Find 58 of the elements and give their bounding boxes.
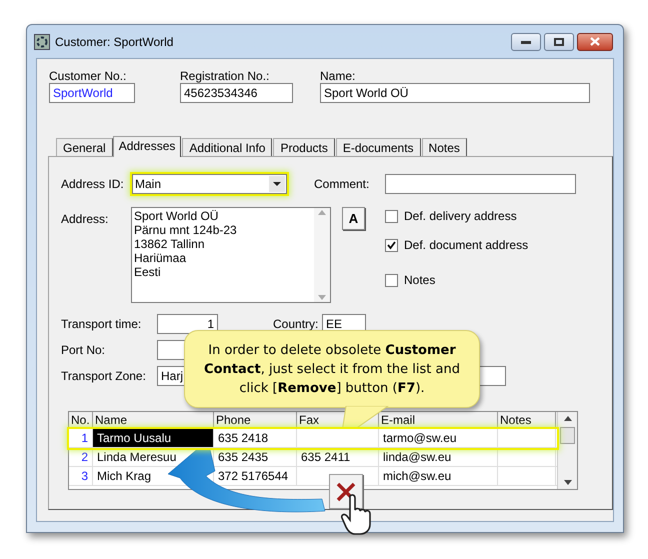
field-label: Port No: [61,342,106,359]
scrollbar-thumb[interactable] [560,427,575,444]
field-label: Country: [273,316,320,333]
table-cell: 635 2418 [214,429,297,447]
table-cell: 2 [69,448,93,466]
tab[interactable]: Products [273,138,335,156]
field-label: Name: [320,68,356,82]
tab[interactable]: Notes [422,138,467,156]
delete-x-icon [335,480,357,502]
close-button[interactable] [577,32,613,50]
scrollbar[interactable] [557,412,577,489]
checkbox-label: Notes [404,272,436,289]
column-header[interactable]: E-mail [379,412,498,428]
checkbox-label: Def. document address [404,237,528,254]
column-header[interactable]: No. [69,412,93,428]
field-label: Registration No.: [180,68,270,82]
tab[interactable]: General [56,138,113,156]
tab[interactable]: E-documents [336,138,421,156]
checkbox[interactable] [385,274,398,286]
column-header[interactable]: Notes [498,412,556,428]
field-label: Transport Zone: [61,368,147,385]
table-cell: tarmo@sw.eu [379,429,498,447]
window-title: Customer: SportWorld [55,34,174,50]
column-header[interactable]: Phone [214,412,297,428]
field-label: Address: [61,211,110,228]
tab[interactable]: Additional Info [182,138,272,156]
column-header[interactable]: Name [93,412,214,428]
scroll-up-icon[interactable] [564,416,572,421]
table-cell: 635 2411 [297,448,379,466]
checkbox[interactable] [385,210,398,222]
header-field[interactable]: Sport World OÜ [320,83,590,103]
field-label: Customer No.: [49,68,128,82]
address-id-dropdown[interactable]: Main [132,174,287,194]
scroll-down-icon[interactable] [564,480,572,485]
header-field[interactable]: SportWorld [49,83,135,103]
field-label: Comment: [314,176,370,193]
font-button[interactable]: A [342,207,365,230]
table-cell: 3 [69,467,93,485]
transport-time-field[interactable]: 1 [157,314,218,334]
field-label: Address ID: [61,176,125,193]
maximize-icon [554,38,564,46]
close-icon [590,37,600,46]
header-field[interactable]: 45623534346 [180,83,293,103]
checkbox[interactable] [385,238,398,252]
table-cell: linda@sw.eu [379,448,498,466]
checkbox-label: Def. delivery address [404,208,517,225]
tab[interactable]: Addresses [112,136,182,157]
table-cell: mich@sw.eu [379,467,498,485]
minimize-icon [521,40,531,44]
address-field[interactable]: Sport World OÜ Pärnu mnt 124b-23 13862 Tallinn Hariümaa Eesti [131,207,331,303]
table-cell: Tarmo Uusalu [93,429,214,447]
tooltip-text: In order to delete obsolete Customer Contact, just select it from the list and click [Remove] button (F7). [204,343,460,396]
table-row[interactable]: 1 Tarmo Uusalu 635 2418 tarmo@sw.eu [69,429,557,448]
field-label: Transport time: [61,316,142,333]
app-icon [34,34,50,50]
maximize-button[interactable] [544,32,574,50]
minimize-button[interactable] [511,32,541,50]
comment-field[interactable] [385,174,576,194]
